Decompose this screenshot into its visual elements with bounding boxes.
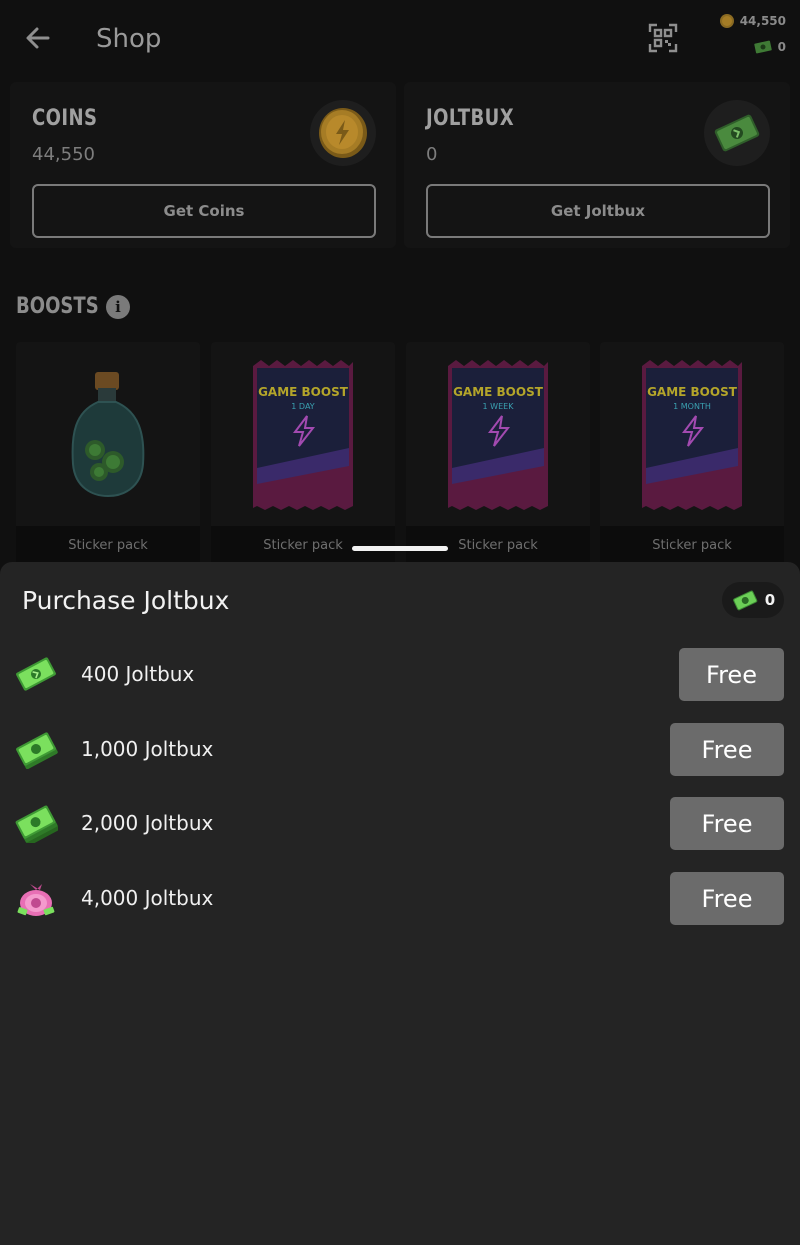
joltbux-option: 400 Joltbux Free — [0, 646, 800, 702]
wallet-coins: 44,550 — [706, 8, 786, 34]
free-button[interactable]: Free — [670, 723, 784, 776]
boost-item[interactable]: GAME BOOST 1 WEEK Sticker pack — [406, 342, 590, 564]
top-bar: Shop 44,550 0 — [0, 0, 800, 80]
option-label: 2,000 Joltbux — [81, 811, 214, 835]
joltbux-stack-icon — [16, 732, 58, 769]
wallet-joltbux-value: 0 — [777, 40, 786, 54]
joltbux-option: 1,000 Joltbux Free — [0, 721, 800, 777]
pack-duration: 1 MONTH — [673, 402, 711, 411]
coin-icon — [319, 108, 367, 158]
joltbux-option: 2,000 Joltbux Free — [0, 795, 800, 851]
info-icon[interactable]: i — [106, 294, 130, 319]
potion-bottle-art — [16, 342, 200, 526]
game-boost-pack-icon: GAME BOOST 1 DAY — [253, 360, 353, 510]
qr-code-icon — [648, 23, 678, 53]
pack-duration: 1 WEEK — [483, 402, 515, 411]
purchase-joltbux-sheet: Purchase Joltbux 0 400 Joltbux Free 1,00… — [0, 562, 800, 1245]
sheet-drag-handle[interactable] — [352, 546, 448, 551]
coin-badge — [310, 100, 376, 166]
joltbux-icon — [753, 40, 772, 54]
joltbux-label: JOLTBUX — [426, 106, 515, 131]
get-coins-button[interactable]: Get Coins — [32, 184, 376, 238]
joltbux-option: 4,000 Joltbux Free — [0, 870, 800, 926]
back-button[interactable] — [22, 22, 54, 54]
pack-title: GAME BOOST — [647, 385, 738, 399]
boost-item[interactable]: GAME BOOST 1 MONTH Sticker pack — [600, 342, 784, 564]
boosts-header: BOOSTS i — [16, 294, 130, 319]
game-boost-pack-art: GAME BOOST 1 MONTH — [600, 342, 784, 526]
coins-label: COINS — [32, 106, 98, 131]
joltbux-bag-icon — [17, 884, 55, 916]
joltbux-balance: 0 — [722, 582, 784, 618]
page-title: Shop — [96, 24, 162, 54]
joltbux-badge — [704, 100, 770, 166]
joltbux-bill-icon — [16, 657, 56, 691]
free-button[interactable]: Free — [670, 872, 784, 925]
option-label: 400 Joltbux — [81, 662, 195, 686]
game-boost-pack-icon: GAME BOOST 1 WEEK — [448, 360, 548, 510]
boost-item-label: Sticker pack — [16, 526, 200, 564]
get-joltbux-button[interactable]: Get Joltbux — [426, 184, 770, 238]
wallet-summary[interactable]: 44,550 0 — [706, 8, 786, 70]
game-boost-pack-art: GAME BOOST 1 DAY — [211, 342, 395, 526]
coins-value: 44,550 — [32, 144, 95, 165]
joltbux-value: 0 — [426, 144, 438, 165]
game-boost-pack-icon: GAME BOOST 1 MONTH — [642, 360, 742, 510]
arrow-left-icon — [26, 27, 50, 49]
qr-code-button[interactable] — [647, 22, 679, 54]
free-button[interactable]: Free — [679, 648, 784, 701]
boost-item-label: Sticker pack — [211, 526, 395, 564]
joltbux-card: JOLTBUX 0 Get Joltbux — [404, 82, 790, 248]
option-label: 4,000 Joltbux — [81, 886, 214, 910]
potion-bottle-icon — [71, 372, 145, 498]
joltbux-stack-icon — [15, 805, 58, 843]
joltbux-balance-value: 0 — [764, 591, 776, 609]
sheet-title: Purchase Joltbux — [22, 586, 230, 615]
game-boost-pack-art: GAME BOOST 1 WEEK — [406, 342, 590, 526]
boost-item-label: Sticker pack — [406, 526, 590, 564]
pack-duration: 1 DAY — [291, 402, 315, 411]
boost-item[interactable]: Sticker pack — [16, 342, 200, 564]
joltbux-icon — [714, 114, 760, 152]
pack-title: GAME BOOST — [258, 385, 349, 399]
wallet-coins-value: 44,550 — [739, 14, 786, 28]
option-label: 1,000 Joltbux — [81, 737, 214, 761]
free-button[interactable]: Free — [670, 797, 784, 850]
wallet-joltbux: 0 — [706, 34, 786, 60]
pack-title: GAME BOOST — [453, 385, 544, 399]
boosts-title: BOOSTS — [16, 294, 99, 319]
coins-card: COINS 44,550 Get Coins — [10, 82, 396, 248]
boost-item[interactable]: GAME BOOST 1 DAY Sticker pack — [211, 342, 395, 564]
coin-icon — [719, 14, 734, 28]
joltbux-icon — [732, 590, 758, 611]
boost-item-label: Sticker pack — [600, 526, 784, 564]
